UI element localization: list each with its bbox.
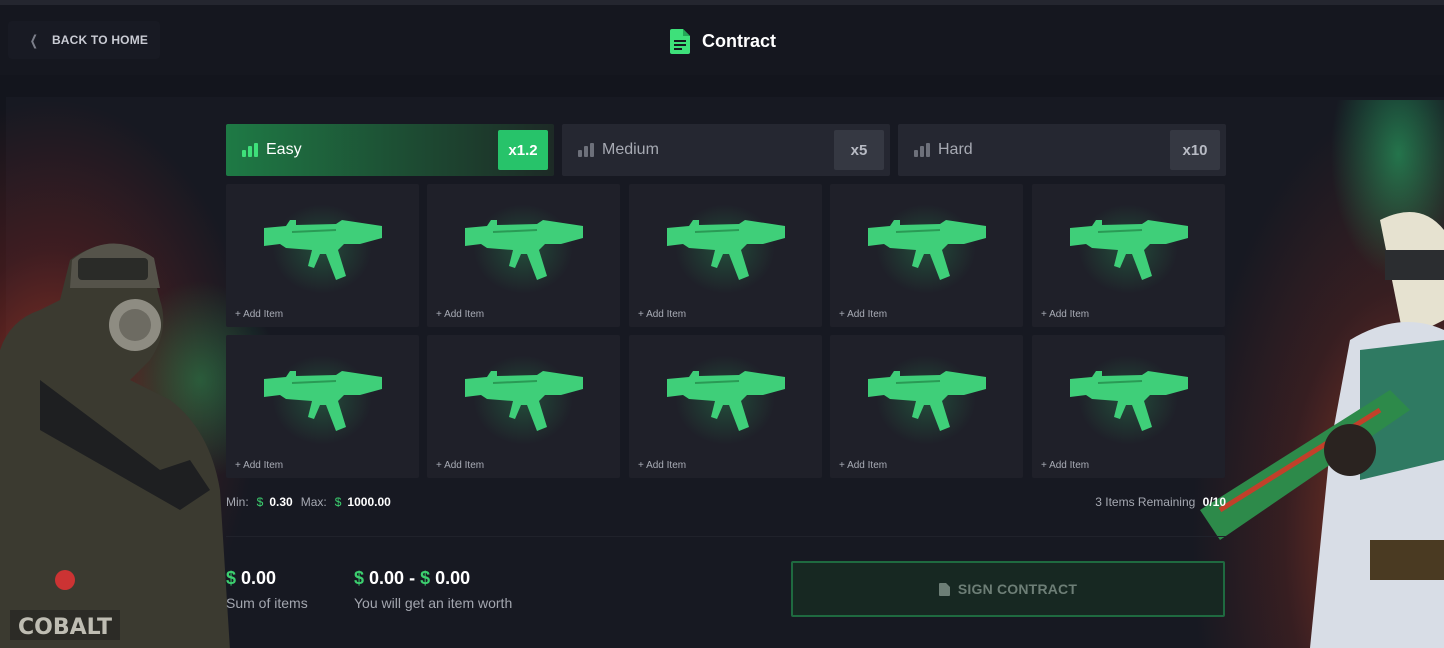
multiplier-badge: x5 xyxy=(834,130,884,170)
rifle-icon xyxy=(868,220,986,280)
min-value: 0.30 xyxy=(269,495,293,509)
max-label: Max: xyxy=(300,495,327,509)
multiplier-badge: x1.2 xyxy=(498,130,548,170)
item-slot[interactable]: + Add Item xyxy=(1032,335,1225,478)
difficulty-bars-icon xyxy=(578,143,594,157)
divider xyxy=(226,536,1226,537)
difficulty-tab-hard[interactable]: Hard x10 xyxy=(898,124,1226,176)
sign-contract-button[interactable]: SIGN CONTRACT xyxy=(791,561,1225,617)
range-max: 0.00 xyxy=(435,568,471,588)
rifle-icon xyxy=(1070,220,1188,280)
add-item-label: + Add Item xyxy=(638,309,687,320)
currency-symbol: $ xyxy=(420,568,431,588)
min-currency: $ xyxy=(256,495,264,509)
item-slot-grid: + Add Item + Add Item + Add Item + Add I… xyxy=(226,184,1226,478)
add-item-label: + Add Item xyxy=(839,460,888,471)
item-slot[interactable]: + Add Item xyxy=(427,184,620,327)
price-limits: Min: $ 0.30 Max: $ 1000.00 xyxy=(226,495,395,509)
add-item-label: + Add Item xyxy=(235,309,284,320)
difficulty-bars-icon xyxy=(914,143,930,157)
difficulty-tab-easy[interactable]: Easy x1.2 xyxy=(226,124,554,176)
item-slot[interactable]: + Add Item xyxy=(226,335,419,478)
item-slot[interactable]: + Add Item xyxy=(830,184,1023,327)
page-title: Contract xyxy=(670,27,776,55)
currency-symbol: $ xyxy=(226,568,237,588)
difficulty-label: Easy xyxy=(266,141,302,158)
item-slot[interactable]: + Add Item xyxy=(629,184,822,327)
chevron-left-icon: ❮ xyxy=(29,31,39,48)
rifle-icon xyxy=(465,371,583,431)
add-item-label: + Add Item xyxy=(235,460,284,471)
items-remaining: 3 Items Remaining 0/10 xyxy=(1095,495,1226,509)
items-remaining-label: 3 Items Remaining xyxy=(1095,495,1196,509)
difficulty-tab-medium[interactable]: Medium x5 xyxy=(562,124,890,176)
add-item-label: + Add Item xyxy=(436,460,485,471)
min-label: Min: xyxy=(226,495,249,509)
svg-text:COBALT: COBALT xyxy=(18,615,112,640)
add-item-label: + Add Item xyxy=(436,309,485,320)
items-count: 0/10 xyxy=(1202,495,1226,509)
max-value: 1000.00 xyxy=(347,495,391,509)
page-title-text: Contract xyxy=(702,30,777,51)
difficulty-label: Hard xyxy=(938,141,973,158)
max-currency: $ xyxy=(334,495,342,509)
rifle-icon xyxy=(1070,371,1188,431)
left-soldier-image: COBALT xyxy=(0,243,230,648)
difficulty-bars-icon xyxy=(242,143,258,157)
rifle-icon xyxy=(667,220,785,280)
sum-of-items-value: $ 0.00 xyxy=(226,568,276,589)
add-item-label: + Add Item xyxy=(638,460,687,471)
header-bar: ❮ BACK TO HOME Contract xyxy=(0,5,1444,75)
reward-range-label: You will get an item worth xyxy=(354,595,513,611)
sum-value: 0.00 xyxy=(241,568,277,588)
add-item-label: + Add Item xyxy=(839,309,888,320)
range-min: 0.00 xyxy=(369,568,405,588)
multiplier-badge: x10 xyxy=(1170,130,1220,170)
rifle-icon xyxy=(264,371,382,431)
item-slot[interactable]: + Add Item xyxy=(226,184,419,327)
document-icon xyxy=(938,582,950,596)
currency-symbol: $ xyxy=(354,568,365,588)
back-to-home-button[interactable]: ❮ BACK TO HOME xyxy=(8,21,160,59)
rifle-icon xyxy=(667,371,785,431)
rifle-icon xyxy=(465,220,583,280)
reward-range-value: $ 0.00 - $ 0.00 xyxy=(354,568,470,589)
sum-of-items-label: Sum of items xyxy=(226,595,308,611)
back-button-label: BACK TO HOME xyxy=(51,33,149,47)
sign-contract-label: SIGN CONTRACT xyxy=(957,581,1078,597)
difficulty-label: Medium xyxy=(602,141,659,158)
range-separator: - xyxy=(409,568,416,588)
document-icon xyxy=(670,28,690,54)
rifle-icon xyxy=(868,371,986,431)
item-slot[interactable]: + Add Item xyxy=(629,335,822,478)
item-slot[interactable]: + Add Item xyxy=(427,335,620,478)
add-item-label: + Add Item xyxy=(1041,309,1090,320)
add-item-label: + Add Item xyxy=(1041,460,1090,471)
rifle-icon xyxy=(264,220,382,280)
item-slot[interactable]: + Add Item xyxy=(1032,184,1225,327)
item-slot[interactable]: + Add Item xyxy=(830,335,1023,478)
